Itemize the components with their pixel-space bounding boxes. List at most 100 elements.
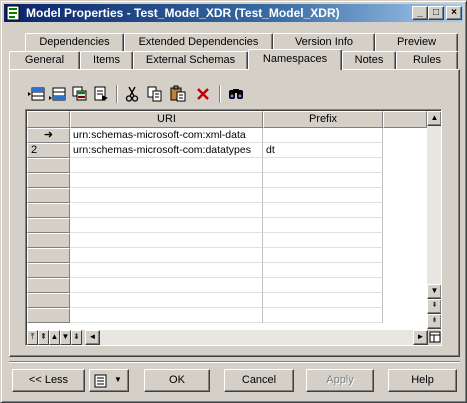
cut-icon[interactable] [123,85,141,103]
row-header[interactable] [27,263,70,278]
tab-general[interactable]: General [9,51,80,69]
column-header-prefix[interactable]: Prefix [263,111,383,128]
copy-icon[interactable] [146,85,164,103]
close-button[interactable]: × [446,6,462,20]
table-row[interactable]: 2 urn:schemas-microsoft-com:datatypes dt [27,143,427,158]
paste-icon[interactable] [169,85,187,103]
tab-preview[interactable]: Preview [375,33,458,51]
prefix-cell[interactable] [263,173,383,188]
prefix-cell[interactable] [263,233,383,248]
row-header[interactable] [27,203,70,218]
tab-dependencies[interactable]: Dependencies [25,33,124,51]
table-row[interactable] [27,203,427,218]
move-down-button[interactable]: ▼ [60,330,71,345]
scroll-up-button[interactable]: ▲ [427,111,441,126]
row-number[interactable]: 2 [27,143,70,158]
table-row[interactable] [27,263,427,278]
table-row[interactable] [27,233,427,248]
toolbar-separator [219,85,221,103]
row-header[interactable] [27,233,70,248]
row-header[interactable] [27,278,70,293]
vertical-scrollbar[interactable]: ▲ ▼ ⇞ ⇟ [427,111,441,330]
add-objects-icon[interactable] [71,85,89,103]
table-row[interactable] [27,308,427,323]
move-page-up-button[interactable]: ⇞ [38,330,49,345]
prefix-cell[interactable] [263,128,383,143]
table-row[interactable] [27,158,427,173]
find-icon[interactable] [227,85,245,103]
minimize-button[interactable]: _ [412,6,428,20]
row-header[interactable] [27,188,70,203]
move-up-button[interactable]: ▲ [49,330,60,345]
current-row-arrow-icon[interactable]: ➜ [27,128,70,143]
horizontal-scrollbar[interactable]: ◄ ► [85,330,428,345]
row-header-corner[interactable] [27,111,70,128]
maximize-button[interactable]: □ [428,6,444,20]
delete-icon[interactable] [194,85,212,103]
tab-external-schemas[interactable]: External Schemas [133,51,248,69]
prefix-cell[interactable]: dt [263,143,383,158]
scroll-page-up-button[interactable]: ⇞ [427,299,441,314]
uri-cell[interactable] [70,263,263,278]
prefix-cell[interactable] [263,188,383,203]
table-row[interactable] [27,248,427,263]
row-header[interactable] [27,218,70,233]
table-row[interactable] [27,218,427,233]
uri-cell[interactable]: urn:schemas-microsoft-com:datatypes [70,143,263,158]
column-header-uri[interactable]: URI [70,111,263,128]
add-row-icon[interactable] [48,85,66,103]
tab-namespaces[interactable]: Namespaces [248,49,342,70]
create-object-icon[interactable] [92,85,110,103]
uri-cell[interactable]: urn:schemas-microsoft-com:xml-data [70,128,263,143]
table-row[interactable] [27,188,427,203]
uri-cell[interactable] [70,188,263,203]
uri-cell[interactable] [70,278,263,293]
uri-cell[interactable] [70,248,263,263]
cancel-button[interactable]: Cancel [224,369,294,392]
row-header[interactable] [27,173,70,188]
prefix-cell[interactable] [263,293,383,308]
prefix-cell[interactable] [263,248,383,263]
title-bar[interactable]: Model Properties - Test_Model_XDR (Test_… [4,4,463,22]
scroll-page-down-button[interactable]: ⇟ [427,314,441,329]
table-row[interactable]: ➜ urn:schemas-microsoft-com:xml-data [27,128,427,143]
table-row[interactable] [27,278,427,293]
scroll-down-button[interactable]: ▼ [427,284,441,299]
uri-cell[interactable] [70,218,263,233]
namespaces-grid[interactable]: URI Prefix ➜ urn:schemas-microsoft-com:x… [25,109,442,346]
apply-button[interactable]: Apply [306,369,374,392]
move-first-button[interactable]: ⤒ [27,330,38,345]
ok-button[interactable]: OK [144,369,210,392]
prefix-cell[interactable] [263,263,383,278]
prefix-cell[interactable] [263,158,383,173]
prefix-cell[interactable] [263,203,383,218]
scroll-left-button[interactable]: ◄ [85,330,100,345]
row-header[interactable] [27,248,70,263]
insert-row-icon[interactable] [27,85,45,103]
tab-rules[interactable]: Rules [396,51,458,69]
less-button[interactable]: << Less [12,369,85,392]
menu-button[interactable]: ▼ [89,369,129,392]
uri-cell[interactable] [70,158,263,173]
prefix-cell[interactable] [263,308,383,323]
table-row[interactable] [27,293,427,308]
button-divider [9,361,460,363]
prefix-cell[interactable] [263,218,383,233]
customize-columns-icon[interactable] [428,330,442,345]
prefix-cell[interactable] [263,278,383,293]
row-header[interactable] [27,158,70,173]
scroll-right-button[interactable]: ► [413,330,428,345]
uri-cell[interactable] [70,308,263,323]
tab-items[interactable]: Items [80,51,133,69]
move-page-down-button[interactable]: ⇟ [71,330,82,345]
help-button[interactable]: Help [388,369,457,392]
row-header[interactable] [27,308,70,323]
uri-cell[interactable] [70,173,263,188]
table-row[interactable] [27,173,427,188]
uri-cell[interactable] [70,293,263,308]
uri-cell[interactable] [70,203,263,218]
tab-notes[interactable]: Notes [342,51,396,69]
uri-cell[interactable] [70,233,263,248]
column-header-empty [383,111,427,128]
row-header[interactable] [27,293,70,308]
